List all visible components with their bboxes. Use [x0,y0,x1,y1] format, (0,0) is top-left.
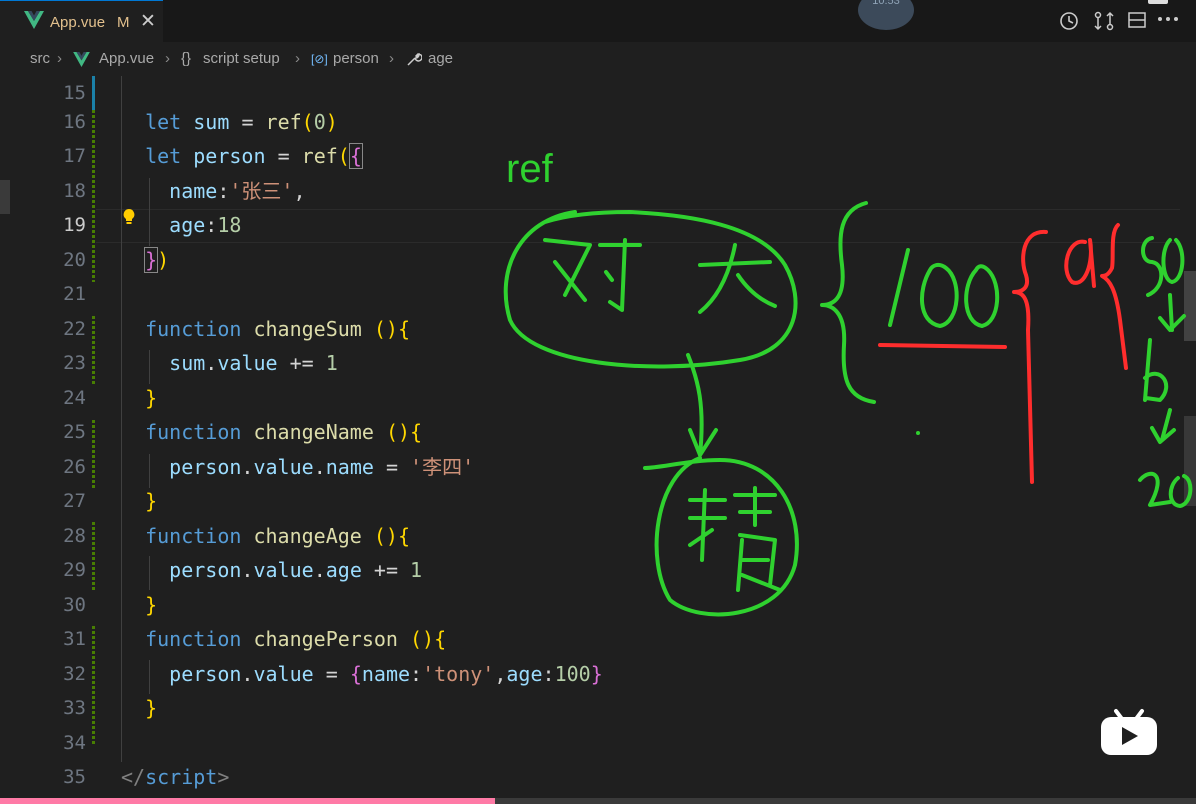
code-line: let person = ref({ [145,143,363,169]
tab-app-vue[interactable]: App.vue M ✕ [0,0,163,42]
code-line: function changeName (){ [145,420,423,444]
chevron-right-icon: › [57,50,62,67]
code-line: function changePerson (){ [145,627,447,651]
code-line: sum.value += 1 [169,351,338,375]
tab-filename: App.vue [50,14,106,31]
code-line: person.value = {name:'tony',age:100} [169,662,603,686]
code-line: } [145,593,158,617]
chevron-right-icon: › [295,50,300,67]
code-line: } [145,489,158,513]
wrench-icon [407,52,422,66]
video-progress-bar[interactable] [0,798,1196,804]
breadcrumb-property[interactable]: age [428,50,453,67]
vertical-scrollbar[interactable] [1182,76,1196,798]
tab-modified-badge: M [117,14,130,31]
lightbulb-icon[interactable] [122,208,136,226]
chevron-right-icon: › [389,50,394,67]
split-editor-icon[interactable] [1127,10,1147,30]
video-player-logo-icon[interactable] [1098,703,1160,757]
code-line: function changeAge (){ [145,524,411,548]
tab-bar: App.vue M ✕ 10:53 [0,0,1196,42]
vue-icon [73,52,90,67]
code-line: let sum = ref(0) [145,110,338,134]
video-progress-fill [0,798,495,804]
vue-icon [24,11,44,29]
code-line: function changeSum (){ [145,317,411,341]
chat-icon[interactable] [1146,0,1170,8]
breadcrumb-section[interactable]: script setup [203,50,280,67]
code-line: name:'张三', [169,179,306,203]
code-line: } [145,696,158,720]
breadcrumb-variable[interactable]: person [333,50,379,67]
more-actions-icon[interactable] [1157,16,1179,22]
code-line: person.value.age += 1 [169,558,423,582]
code-line: }) [144,247,170,273]
time-badge: 10:53 [858,0,914,30]
code-line: </script> [121,765,230,789]
code-line: age:18 [169,213,242,237]
breadcrumb-folder[interactable]: src [30,50,50,67]
close-icon[interactable]: ✕ [140,10,156,33]
code-line: person.value.name = '李四' [169,455,475,479]
breadcrumb: src › App.vue › {} script setup › [⊘] pe… [0,42,1196,76]
chevron-right-icon: › [165,50,170,67]
scrollbar-track-mark [1184,416,1196,506]
breadcrumb-file[interactable]: App.vue [99,50,154,67]
history-icon[interactable] [1058,10,1080,32]
variable-icon: [⊘] [311,52,328,66]
scrollbar-thumb[interactable] [1184,271,1196,341]
code-editor[interactable]: 15 16 17 18 19 20 21 22 23 24 25 26 27 28 29 30 31 32 33 34… [0,76,1196,798]
line-number: 34 [63,732,86,754]
braces-icon: {} [181,50,192,67]
line-number: 21 [63,283,86,305]
compare-changes-icon[interactable] [1092,10,1116,32]
minimap-slider[interactable] [0,180,10,214]
code-line: } [145,386,158,410]
